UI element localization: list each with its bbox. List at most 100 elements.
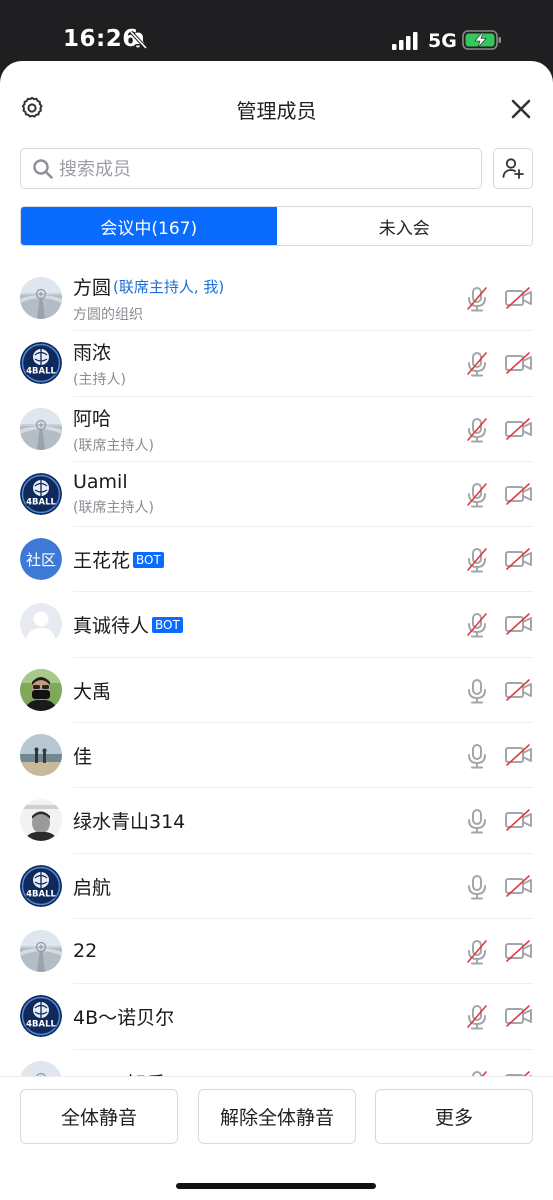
member-info: 真诚待人 BOT [73,592,183,657]
member-row[interactable]: 真诚待人 BOT [0,592,553,659]
member-name: 4B～诺贝尔 [73,1007,175,1030]
avatar [20,929,62,972]
camera-off-icon[interactable] [505,809,533,832]
camera-off-icon[interactable] [505,678,533,701]
camera-off-icon[interactable] [505,287,533,309]
member-name-line: 王花花 BOT [73,546,164,573]
member-info: 王花花 BOT [73,527,164,592]
avatar: 4BALL [20,995,62,1038]
member-row[interactable]: 阿哈 (联席主持人) [0,397,553,463]
camera-off-icon[interactable] [505,548,533,570]
search-input[interactable] [59,154,469,184]
member-info: 佳 [73,723,92,788]
avatar [20,799,62,842]
member-list: 方圆 (联席主持人, 我) 方圆的组织 4BALL 雨浓 (主持人) 阿哈 (联席主持人) 4B… [0,266,553,1076]
camera-off-icon[interactable] [505,483,533,505]
member-name-line: 雨浓 [73,338,126,365]
member-name: 启航 [73,876,112,899]
member-name: 雨浓 [73,342,112,365]
mic-muted-icon[interactable] [465,286,489,312]
mic-icon[interactable] [465,678,489,704]
member-info: 22 [73,919,97,984]
tab-in-meeting[interactable]: 会议中(167) [21,207,277,245]
camera-off-icon[interactable] [505,352,533,375]
member-tabs: 会议中(167) 未入会 [20,206,533,246]
avatar [20,668,62,711]
member-subtitle: (联席主持人) [73,500,154,517]
mic-muted-icon[interactable] [465,547,489,573]
bot-badge: BOT [152,616,183,633]
avatar-text: 社区 [26,551,56,569]
bot-badge: BOT [133,551,164,568]
header: 管理成员 [0,61,553,151]
member-name-line: 4B～诺贝尔 [73,1003,174,1030]
tab-not-joined[interactable]: 未入会 [276,207,532,245]
camera-off-icon[interactable] [505,744,533,766]
avatar [20,277,62,319]
avatar-4ball-text: 4BALL [26,497,56,507]
member-name: Uamil [73,471,128,494]
camera-off-icon[interactable] [505,417,533,440]
member-name: 绿水青山314 [73,811,186,834]
member-name-line: 方圆 (联席主持人, 我) [73,273,224,300]
mic-muted-icon[interactable] [465,351,489,377]
battery-charging-icon [462,30,501,50]
member-name: 阿哈 [73,407,112,430]
mic-muted-icon[interactable] [465,612,489,638]
mic-muted-icon[interactable] [465,939,489,965]
member-info: 阿哈 (联席主持人) [73,397,154,462]
member-name: 方圆 [73,277,112,299]
unmute-all-button[interactable]: 解除全体静音 [198,1089,356,1144]
avatar: 4BALL [20,864,62,907]
mute-all-button[interactable]: 全体静音 [20,1089,178,1144]
member-subtitle: (联席主持人) [73,437,154,454]
member-row[interactable]: 大禹 [0,658,553,724]
avatar [20,407,62,450]
member-name-line: 大禹 [73,677,111,704]
member-info: 绿水青山314 [73,788,185,853]
member-name-line: 启航 [73,873,111,900]
close-icon[interactable] [510,98,532,120]
mic-muted-icon[interactable] [465,482,489,508]
bottom-action-bar: 全体静音 解除全体静音 更多 [0,1076,553,1200]
page-title: 管理成员 [236,99,317,123]
member-row[interactable]: 4BALL 启航 [0,854,553,920]
camera-off-icon[interactable] [505,1005,533,1028]
avatar-4ball-text: 4BALL [26,889,56,899]
member-row[interactable]: 22 [0,919,553,985]
mic-icon[interactable] [465,743,489,769]
status-bar: 16:26 5G [0,0,553,62]
member-row[interactable]: 绿水青山314 [0,788,553,854]
search-box[interactable] [20,148,482,189]
member-row[interactable]: 方圆 (联席主持人, 我) 方圆的组织 [0,266,553,332]
mic-icon[interactable] [465,808,489,834]
member-row[interactable]: 4Ball-知乐 [0,1050,553,1076]
invite-member-button[interactable] [493,148,533,189]
member-row[interactable]: 4BALL Uamil (联席主持人) [0,462,553,528]
mic-muted-icon[interactable] [465,1004,489,1030]
network-label: 5G [428,30,457,52]
bell-muted-icon [129,30,148,50]
camera-off-icon[interactable] [505,613,533,636]
member-subtitle: (主持人) [73,372,126,389]
camera-off-icon[interactable] [505,940,533,962]
member-name: 佳 [73,746,93,769]
member-name: 大禹 [73,680,112,703]
member-info: 方圆 (联席主持人, 我) 方圆的组织 [73,266,224,331]
member-row[interactable]: 4BALL 4B～诺贝尔 [0,984,553,1050]
member-name: 真诚待人 [73,615,150,638]
member-info: 4B～诺贝尔 [73,984,174,1049]
member-row[interactable]: 社区 王花花 BOT [0,527,553,593]
member-name-line: 绿水青山314 [73,807,185,834]
member-row[interactable]: 4BALL 雨浓 (主持人) [0,331,553,397]
camera-off-icon[interactable] [505,874,533,897]
member-name: 王花花 [73,550,131,573]
avatar [20,603,62,646]
mic-icon[interactable] [465,874,489,900]
member-name-line: 22 [73,940,97,962]
add-user-icon [502,158,524,179]
signal-icon [392,32,418,50]
member-row[interactable]: 佳 [0,723,553,789]
more-button[interactable]: 更多 [375,1089,533,1144]
mic-muted-icon[interactable] [465,417,489,443]
